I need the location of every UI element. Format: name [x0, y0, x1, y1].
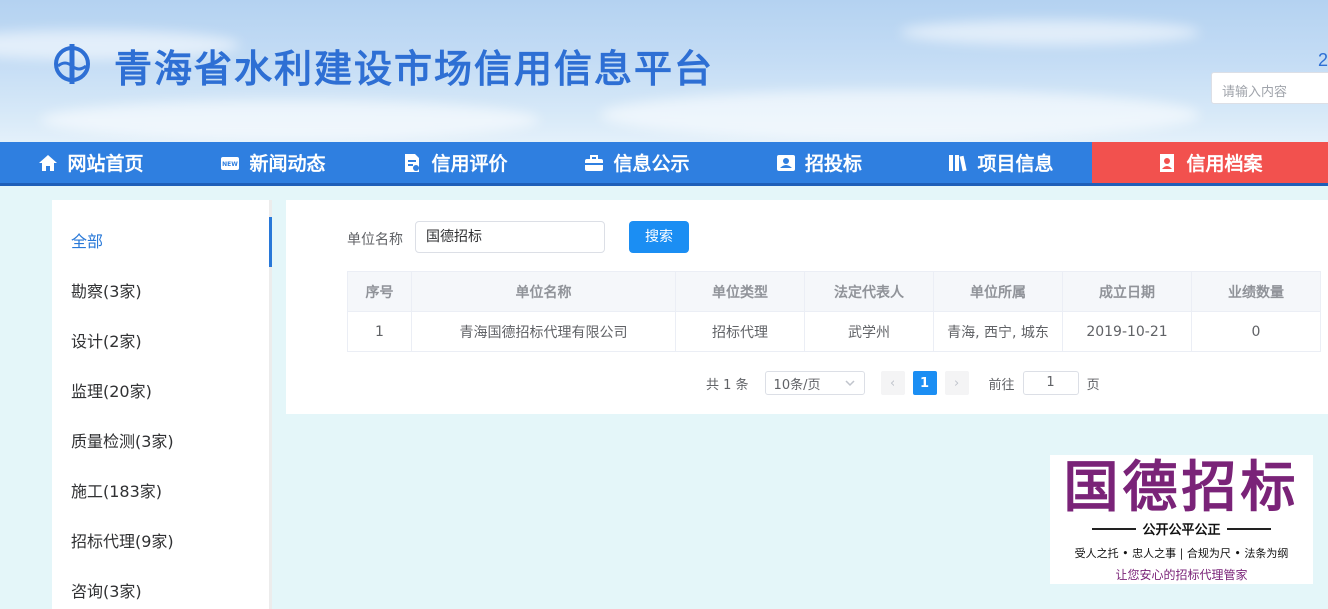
company-name-label: 单位名称 [347, 232, 403, 248]
cell-legal-rep: 武学州 [804, 311, 934, 352]
table-row: 1 青海国德招标代理有限公司 招标代理 武学州 青海, 西宁, 城东 2019-… [347, 311, 1321, 352]
goto-page-input[interactable]: 1 [1022, 371, 1079, 395]
watermark-title: 国德招标 [1063, 454, 1300, 519]
nav-item-label: 信用评价 [431, 153, 508, 175]
guode-bidding-watermark: 国德招标 公开公平公正 受人之托 • 忠人之事 | 合规为尺 • 法条为纲 让您… [1050, 455, 1313, 584]
cell-company-type: 招标代理 [675, 311, 805, 352]
briefcase-icon [584, 153, 604, 173]
header-corner-number: 2 [1318, 50, 1328, 70]
watermark-slogan-row: 公开公平公正 [1050, 519, 1313, 538]
watermark-tagline: 让您安心的招标代理管家 [1115, 568, 1248, 582]
news-icon: NEW [220, 153, 240, 173]
table-header-row: 序号 单位名称 单位类型 法定代表人 单位所属 成立日期 业绩数量 [347, 271, 1321, 312]
column-header-company-name: 单位名称 [411, 271, 676, 312]
site-header: 青海省水利建设市场信用信息平台 2 请输入内容 [0, 0, 1328, 142]
results-table: 序号 单位名称 单位类型 法定代表人 单位所属 成立日期 业绩数量 1 青海国德… [347, 271, 1321, 352]
results-panel: 单位名称 国德招标 搜索 序号 单位名称 单位类型 法定代表人 单位所属 成立日… [286, 200, 1328, 414]
pagination-total: 共 1 条 [706, 377, 749, 393]
company-name-link[interactable]: 青海国德招标代理有限公司 [411, 311, 676, 352]
nav-item-label: 项目信息 [977, 153, 1054, 175]
column-header-company-type: 单位类型 [675, 271, 805, 312]
cell-region: 青海, 西宁, 城东 [933, 311, 1063, 352]
goto-label: 前往 [988, 377, 1015, 393]
nav-item-bidding[interactable]: 招投标 [728, 142, 910, 183]
sidebar-item-all[interactable]: 全部 [52, 217, 272, 267]
header-search-input[interactable]: 请输入内容 [1211, 72, 1328, 104]
sidebar-item-design[interactable]: 设计(2家) [52, 317, 269, 367]
sidebar-item-quality-testing[interactable]: 质量检测(3家) [52, 417, 269, 467]
archive-user-icon [1157, 153, 1177, 173]
nav-item-label: 信息公示 [613, 153, 690, 175]
nav-item-credit-archive[interactable]: 信用档案 [1092, 142, 1328, 183]
watermark-motto: 受人之托 • 忠人之事 | 合规为尺 • 法条为纲 [1074, 547, 1289, 560]
nav-item-project-info[interactable]: 项目信息 [910, 142, 1092, 183]
evaluation-icon [402, 153, 422, 173]
nav-item-credit-evaluation[interactable]: 信用评价 [364, 142, 546, 183]
site-title: 青海省水利建设市场信用信息平台 [114, 47, 715, 91]
nav-item-label: 信用档案 [1186, 153, 1263, 175]
sidebar-item-consulting[interactable]: 咨询(3家) [52, 567, 269, 609]
column-header-founded-date: 成立日期 [1062, 271, 1192, 312]
nav-item-label: 网站首页 [67, 153, 144, 175]
books-icon [948, 153, 968, 173]
watermark-slogan: 公开公平公正 [1142, 523, 1221, 538]
main-nav: 网站首页 NEW 新闻动态 信用评价 信息公示 招投标 项目信息 信用档案 [0, 142, 1328, 186]
nav-item-home[interactable]: 网站首页 [0, 142, 182, 183]
divider [1092, 527, 1137, 530]
divider [1226, 527, 1271, 530]
nav-item-info-disclosure[interactable]: 信息公示 [546, 142, 728, 183]
chevron-down-icon [845, 380, 855, 387]
sidebar-item-survey[interactable]: 勘察(3家) [52, 267, 269, 317]
nav-item-news[interactable]: NEW 新闻动态 [182, 142, 364, 183]
water-resources-logo-icon [54, 44, 90, 84]
cell-index: 1 [347, 311, 412, 352]
column-header-region: 单位所属 [933, 271, 1063, 312]
company-name-input[interactable]: 国德招标 [415, 221, 605, 253]
performance-count-link[interactable]: 0 [1191, 311, 1321, 352]
sidebar-item-bidding-agency[interactable]: 招标代理(9家) [52, 517, 269, 567]
next-page-button[interactable]: › [944, 371, 969, 395]
column-header-legal-rep: 法定代表人 [804, 271, 934, 312]
nav-item-label: 招投标 [804, 153, 862, 175]
contact-card-icon [776, 153, 796, 173]
page-number-current[interactable]: 1 [912, 371, 937, 395]
search-button[interactable]: 搜索 [629, 221, 689, 253]
sidebar-item-supervision[interactable]: 监理(20家) [52, 367, 269, 417]
prev-page-button[interactable]: ‹ [880, 371, 905, 395]
home-icon [38, 153, 58, 173]
pagination: 共 1 条 10条/页 ‹ 1 › 前往 1 页 [706, 371, 1100, 395]
nav-item-label: 新闻动态 [249, 153, 326, 175]
column-header-performance-count: 业绩数量 [1191, 271, 1321, 312]
sidebar-item-construction[interactable]: 施工(183家) [52, 467, 269, 517]
page-size-value: 10条/页 [773, 377, 821, 393]
page-size-select[interactable]: 10条/页 [764, 371, 865, 395]
category-sidebar: 全部 勘察(3家) 设计(2家) 监理(20家) 质量检测(3家) 施工(183… [52, 200, 272, 609]
column-header-index: 序号 [347, 271, 412, 312]
page-unit-label: 页 [1086, 377, 1100, 393]
svg-text:NEW: NEW [223, 161, 239, 168]
cell-founded-date: 2019-10-21 [1062, 311, 1192, 352]
